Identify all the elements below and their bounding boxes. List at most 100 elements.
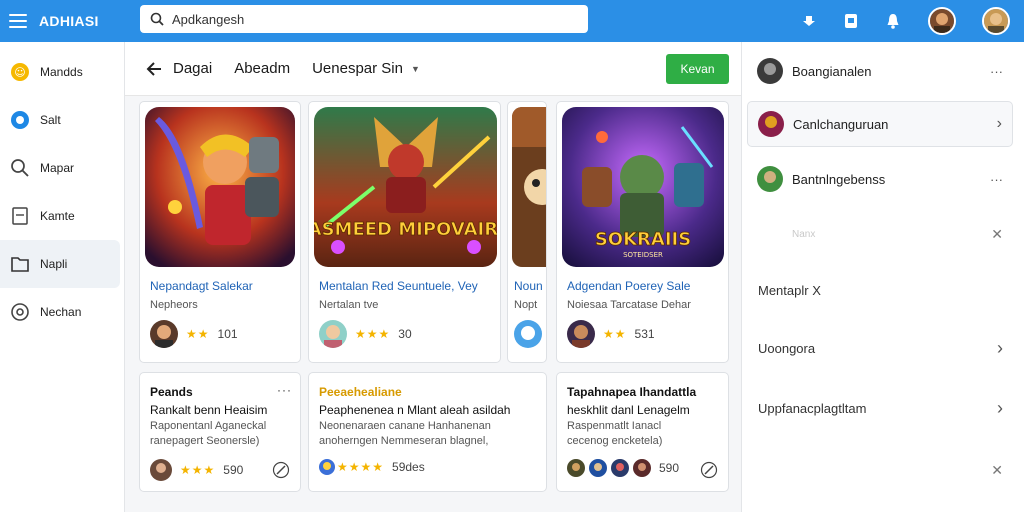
sidebar-item-mandds[interactable]: ☺ Mandds [0, 48, 120, 96]
card-footer: ★★ 101 [150, 320, 238, 348]
sidebar-item-napli[interactable]: Napli [0, 240, 120, 288]
card-title[interactable]: Nepandagt Salekar [150, 279, 253, 293]
rating-value: 59des [392, 460, 425, 474]
back-arrow-icon[interactable] [145, 60, 163, 78]
app-thumbnail: JASMEED MIPOVAIRS [314, 107, 497, 267]
download-icon[interactable] [800, 12, 818, 30]
chevron-right-icon[interactable]: › [997, 398, 1003, 419]
chevron-right-icon[interactable]: › [997, 115, 1002, 133]
close-icon[interactable]: ✕ [991, 462, 1003, 479]
app-card[interactable]: Nepandagt Salekar Nepheors ★★ 101 [139, 101, 301, 363]
sidebar-item-kamte[interactable]: Kamte [0, 192, 120, 240]
top-icons [776, 0, 1024, 42]
post-card[interactable]: Tapahnapea Ihandattla heskhlit danl Lena… [556, 372, 729, 492]
post-footer: ★★★★ 59des [319, 459, 425, 475]
panel-row-label: Canlchanguruan [793, 116, 889, 132]
avatar [611, 459, 629, 477]
app-card[interactable]: Noun Nopt [507, 101, 547, 363]
avatar [514, 320, 542, 348]
post-title[interactable]: Peands [150, 385, 193, 399]
card-title[interactable]: Adgendan Poerey Sale [567, 279, 690, 293]
avatar [150, 459, 172, 481]
avatar [757, 166, 783, 192]
sidebar: ☺ Mandds Salt Mapar Kamte Napli Nechan [0, 42, 125, 512]
avatar [757, 58, 783, 84]
target-icon [9, 301, 31, 323]
tablet-icon[interactable] [842, 12, 860, 30]
chevron-right-icon[interactable]: › [997, 338, 1003, 359]
panel-row[interactable]: Bantnlngebenss ··· [747, 164, 1013, 194]
primary-button[interactable]: Kevan [666, 54, 729, 84]
edit-icon[interactable] [700, 461, 718, 479]
card-footer: ★★★ 30 [319, 320, 412, 348]
panel-close-row: ✕ [747, 458, 1013, 482]
card-subtitle: Nepheors [150, 299, 198, 311]
sidebar-item-label: Nechan [40, 305, 82, 319]
folder-icon [9, 253, 31, 275]
panel-row[interactable]: Canlchanguruan › [747, 101, 1013, 147]
search-icon [150, 12, 164, 26]
panel-item[interactable]: Uppfanacplagtltam › [747, 396, 1013, 420]
art-title: SOKRAIIS [595, 229, 691, 250]
app-card[interactable]: JASMEED MIPOVAIRS Mentalan Red Seuntuele… [308, 101, 501, 363]
more-icon[interactable]: ··· [990, 64, 1003, 79]
avatar [150, 320, 178, 348]
panel-item-label: Mentaplr X [758, 282, 821, 298]
avatar[interactable] [982, 7, 1010, 35]
sidebar-item-mapar[interactable]: Mapar [0, 144, 120, 192]
search-input[interactable] [172, 11, 552, 27]
panel-row[interactable]: Boangianalen ··· [747, 56, 1013, 86]
document-icon [9, 205, 31, 227]
rating-stars: ★★ [603, 327, 627, 341]
panel-item-label: Uppfanacplagtltam [758, 400, 867, 416]
close-icon[interactable]: ✕ [991, 226, 1003, 243]
tab-dropdown[interactable]: Uenespar Sin ▼ [312, 60, 420, 77]
panel-row-label: Boangianalen [792, 63, 872, 79]
card-title[interactable]: Mentalan Red Seuntuele, Vey [319, 279, 478, 293]
muted-label: Nanx [792, 228, 816, 240]
menu-icon[interactable] [9, 14, 27, 28]
card-subtitle: Nopt [514, 299, 538, 311]
more-icon[interactable]: ··· [277, 383, 292, 397]
app-card[interactable]: SOKRAIIS SOTEIDSER Adgendan Poerey Sale … [556, 101, 729, 363]
post-description: anoherngen Nemmeseran blagnel, [319, 435, 489, 447]
panel-item[interactable]: Uoongora › [747, 336, 1013, 360]
top-bar: ADHIASI [0, 0, 1024, 42]
sidebar-item-salt[interactable]: Salt [0, 96, 120, 144]
sidebar-item-label: Kamte [40, 209, 75, 223]
avatar [319, 459, 335, 475]
edit-icon[interactable] [272, 461, 290, 479]
rating-stars: ★★ [186, 327, 210, 341]
post-card[interactable]: Peands ··· Rankalt benn Heaisim Raponent… [139, 372, 301, 492]
notification-icon[interactable] [884, 12, 902, 30]
rating-value: 531 [634, 327, 655, 341]
tab-abeadm[interactable]: Abeadm [234, 60, 290, 77]
avatar [567, 320, 595, 348]
panel-item[interactable]: Mentaplr X [747, 278, 1013, 302]
avatar[interactable] [928, 7, 956, 35]
coin-icon: ☺ [9, 61, 31, 83]
post-description: Raponentanl Aganeckal [150, 420, 267, 432]
art-subtitle: SOTEIDSER [623, 251, 663, 259]
post-card[interactable]: Peeaehealiane Peaphenenea n Mlant aleah … [308, 372, 547, 492]
avatar [633, 459, 651, 477]
avatar [567, 459, 585, 477]
post-footer: 590 [567, 459, 679, 477]
post-description: cecenog encketela) [567, 435, 663, 447]
post-title[interactable]: Tapahnapea Ihandattla [567, 385, 696, 399]
app-title: ADHIASI [39, 13, 99, 29]
more-icon[interactable]: ··· [990, 172, 1003, 187]
card-title[interactable]: Noun [514, 279, 543, 293]
post-footer: ★★★ 590 [150, 459, 243, 481]
sidebar-item-nechan[interactable]: Nechan [0, 288, 120, 336]
caret-down-icon: ▼ [410, 63, 420, 74]
post-description: Raspenmatlt Ianacl [567, 420, 662, 432]
tab-dagai[interactable]: Dagai [173, 60, 212, 77]
post-title[interactable]: Peeaehealiane [319, 385, 402, 399]
search-bar[interactable] [140, 5, 588, 33]
rating-stars: ★★★ [180, 463, 216, 477]
post-heading: Rankalt benn Heaisim [150, 403, 268, 417]
rating-stars: ★★★★ [337, 460, 385, 474]
card-footer [514, 320, 542, 348]
sidebar-item-label: Napli [40, 257, 68, 271]
